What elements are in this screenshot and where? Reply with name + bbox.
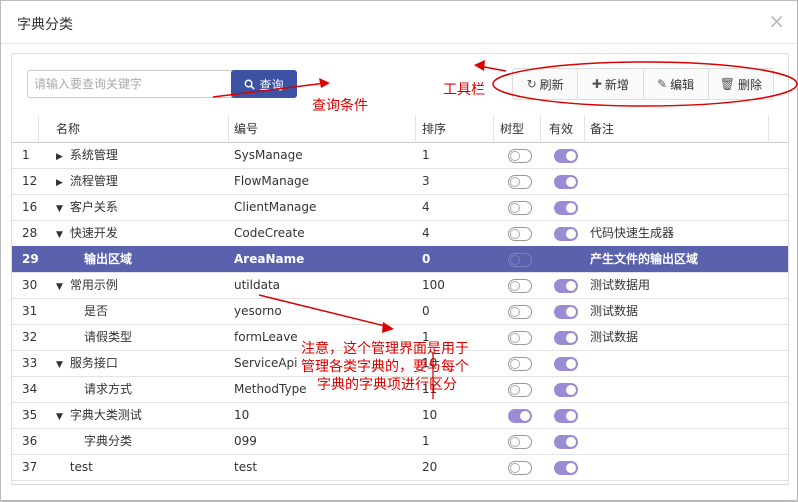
query-annotation: 查询条件 [312,98,368,114]
note-annotation-line2: 管理各类字典的，要与每个 [301,359,469,375]
note-arrowhead [382,322,394,333]
query-arrowhead [319,78,330,88]
annotation-overlay [212,60,798,399]
toolbar-annotation: 工具栏 [443,82,485,98]
dialog: 字典分类 × 查询 ↻ 刷新 ✚ 新增 ✎ 编辑 🗑 删除 [0,0,798,501]
toolbar-highlight-ellipse [492,61,798,107]
toolbar-arrowhead [474,60,485,71]
query-arrow [212,82,327,98]
note-annotation-line1: 注意，这个管理界面是用于 [301,341,469,357]
note-arrow [258,294,390,328]
note-annotation-line3: 字典的字典项进行区分 [317,377,457,393]
